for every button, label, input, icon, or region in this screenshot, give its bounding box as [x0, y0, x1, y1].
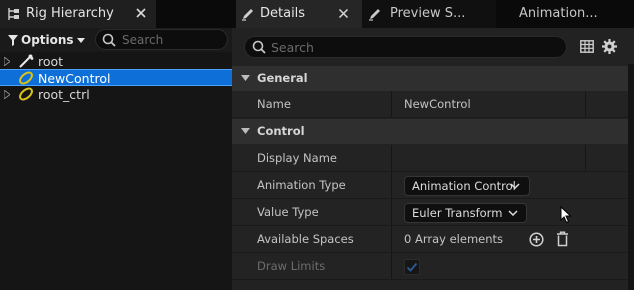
details-pencil-icon — [241, 7, 255, 21]
property-name: Display Name — [257, 151, 337, 165]
chevron-down-icon — [510, 183, 520, 189]
add-element-icon[interactable] — [529, 232, 544, 247]
property-row-name: Name NewControl — [232, 91, 628, 118]
bone-icon — [18, 54, 34, 69]
options-button[interactable]: Options — [8, 30, 85, 50]
chevron-down-icon — [76, 37, 85, 43]
draw-limits-checkbox[interactable] — [404, 259, 420, 275]
filter-icon — [8, 34, 18, 46]
options-label: Options — [21, 33, 74, 47]
expand-arrow-icon[interactable] — [4, 90, 10, 99]
control-ring-icon — [17, 86, 35, 102]
property-name: Name — [257, 97, 291, 111]
mouse-cursor-icon — [560, 206, 572, 224]
property-name: Animation Type — [257, 178, 346, 192]
property-row-display-name: Display Name — [232, 145, 628, 172]
close-icon[interactable] — [338, 8, 349, 19]
hierarchy-search — [95, 29, 228, 50]
value-type-dropdown[interactable]: Euler Transform — [404, 203, 527, 223]
collapse-caret-icon — [241, 75, 250, 81]
search-icon — [252, 40, 266, 54]
tree-item-newcontrol[interactable]: NewControl — [0, 69, 232, 86]
tab-animation[interactable]: Animation... — [496, 0, 634, 28]
expand-arrow-icon[interactable] — [4, 57, 10, 66]
section-title: General — [257, 71, 308, 85]
property-name: Available Spaces — [257, 232, 354, 246]
details-search-input[interactable] — [271, 39, 551, 56]
section-title: Control — [257, 124, 305, 138]
trash-icon[interactable] — [556, 231, 569, 247]
property-row-draw-limits: Draw Limits — [232, 253, 628, 280]
control-ring-icon — [17, 70, 35, 86]
dropdown-value: Euler Transform — [412, 206, 503, 220]
hierarchy-search-input[interactable] — [122, 31, 222, 48]
property-row-available-spaces: Available Spaces 0 Array elements — [232, 226, 628, 253]
section-general-header[interactable]: General — [232, 66, 628, 91]
animation-type-dropdown[interactable]: Animation Control — [404, 176, 530, 196]
chevron-down-icon — [508, 210, 518, 216]
tab-label: Preview S... — [390, 6, 466, 21]
tab-label: Details — [260, 6, 306, 21]
tree-item-label: NewControl — [38, 71, 111, 86]
tab-label: Animation... — [519, 6, 598, 21]
tab-label: Rig Hierarchy — [26, 6, 114, 21]
tree-item-label: root_ctrl — [38, 87, 90, 102]
search-icon — [102, 33, 116, 47]
tree-item-root[interactable]: root — [0, 53, 232, 70]
array-elements-count: 0 Array elements — [404, 232, 504, 246]
tree-item-root-ctrl[interactable]: root_ctrl — [0, 86, 232, 103]
tree-item-label: root — [38, 54, 64, 69]
preview-pencil-icon — [368, 7, 382, 21]
tab-details[interactable]: Details — [236, 0, 362, 28]
gear-icon[interactable] — [601, 38, 618, 55]
details-scrollbar[interactable] — [628, 64, 634, 290]
collapse-caret-icon — [241, 128, 250, 134]
property-matrix-icon[interactable] — [580, 40, 594, 53]
section-control-header[interactable]: Control — [232, 119, 628, 144]
tab-rig-hierarchy[interactable]: Rig Hierarchy — [0, 0, 156, 28]
close-icon[interactable] — [135, 7, 147, 19]
property-name: Draw Limits — [257, 259, 326, 273]
tab-preview-scene[interactable]: Preview S... — [362, 0, 496, 28]
dropdown-value: Animation Control — [412, 179, 516, 193]
property-name: Value Type — [257, 205, 319, 219]
property-row-animation-type: Animation Type Animation Control — [232, 172, 628, 199]
details-search — [244, 36, 567, 58]
hierarchy-icon — [6, 7, 21, 21]
property-value: NewControl — [404, 97, 471, 111]
